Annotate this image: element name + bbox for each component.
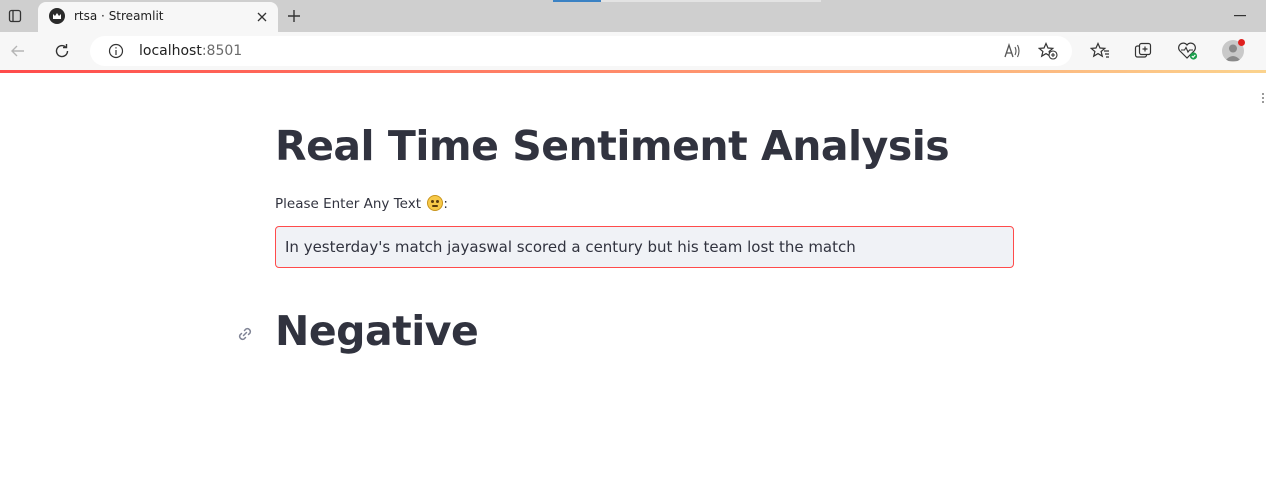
collections-button[interactable] [1133, 40, 1155, 62]
refresh-button[interactable] [50, 39, 74, 63]
new-tab-button[interactable] [283, 5, 305, 27]
add-favorite-icon [1038, 42, 1058, 60]
input-label-suffix: : [443, 196, 448, 212]
url-port: :8501 [201, 43, 243, 59]
address-bar[interactable]: localhost:8501 [90, 36, 1072, 66]
browser-essentials-icon [1178, 42, 1198, 60]
main-menu-icon[interactable] [1262, 93, 1265, 103]
refresh-icon [55, 44, 69, 58]
info-icon[interactable] [108, 43, 124, 59]
tab-actions-button[interactable] [0, 0, 30, 32]
flushed-emoji-icon [427, 195, 444, 211]
close-icon [257, 12, 267, 22]
streamlit-crown-icon [49, 8, 65, 24]
add-favorite-button[interactable] [1038, 41, 1058, 61]
close-tab-button[interactable] [254, 9, 270, 25]
read-aloud-button[interactable] [1003, 41, 1023, 61]
back-arrow-icon [11, 45, 24, 57]
url-host: localhost [139, 43, 202, 59]
minimize-button[interactable] [1230, 8, 1250, 24]
favorites-button[interactable] [1089, 40, 1111, 62]
tab-accent-bar [553, 0, 601, 2]
favorites-icon [1090, 42, 1109, 58]
plus-icon [288, 10, 300, 22]
browser-essentials-button[interactable] [1177, 40, 1199, 62]
read-aloud-icon [1004, 43, 1020, 58]
minimize-icon [1234, 15, 1246, 17]
input-label-text: Please Enter Any Text [275, 196, 422, 212]
tab-actions-icon [8, 9, 22, 23]
tab-accent-bar-secondary [601, 0, 821, 2]
link-icon [238, 327, 252, 341]
back-button[interactable] [6, 39, 30, 63]
text-input[interactable]: In yesterday's match jayaswal scored a c… [275, 226, 1014, 268]
url-text: localhost:8501 [139, 43, 242, 59]
browser-tab-active[interactable]: rtsa · Streamlit [38, 2, 278, 32]
page-title: Real Time Sentiment Analysis [275, 122, 950, 170]
tab-title: rtsa · Streamlit [74, 9, 164, 23]
collections-icon [1134, 42, 1152, 58]
input-label: Please Enter Any Text : [275, 195, 448, 212]
heading-anchor-button[interactable] [234, 323, 256, 345]
notification-dot [1238, 39, 1245, 46]
sentiment-result: Negative [275, 307, 479, 355]
browser-toolbar: localhost:8501 [0, 32, 1266, 70]
browser-tabstrip: rtsa · Streamlit [0, 0, 1266, 32]
